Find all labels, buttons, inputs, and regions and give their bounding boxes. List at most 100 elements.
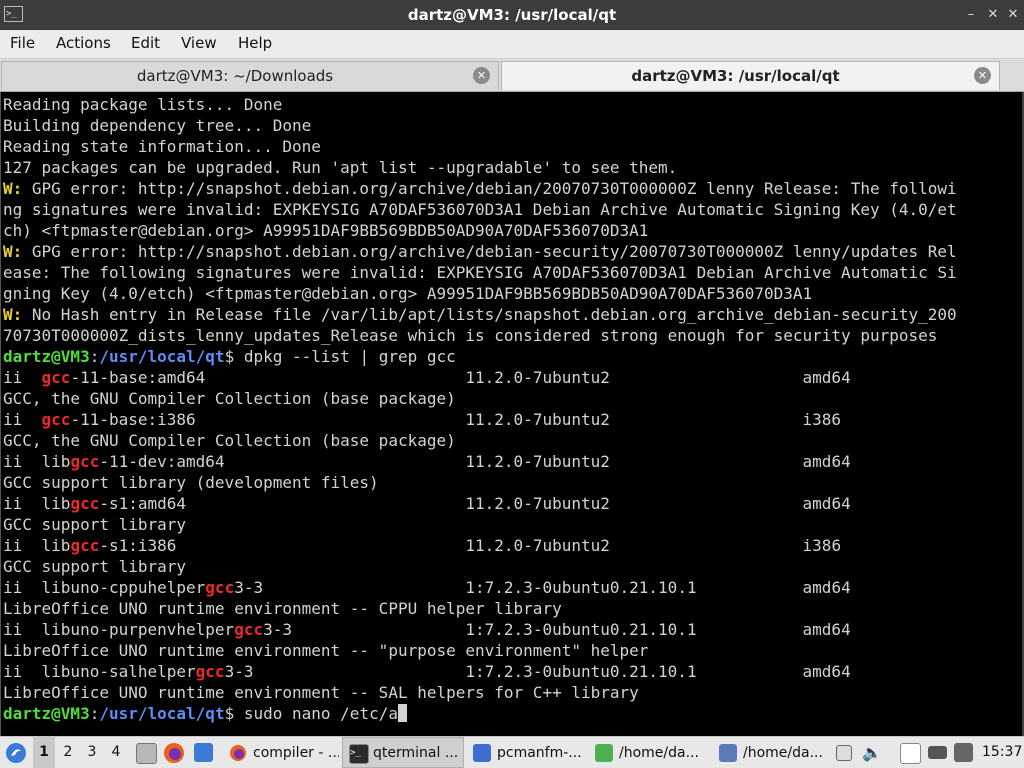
warning-prefix: W: [3, 179, 23, 198]
task-home-1[interactable]: /home/da... [588, 737, 710, 768]
terminal-text: GCC support library [3, 557, 187, 576]
maximize-button[interactable]: ✕ [984, 6, 1002, 24]
terminal-line: ch) <ftpmaster@debian.org> A99951DAF9BB5… [3, 220, 957, 241]
grep-match: gcc [234, 620, 264, 639]
terminal-line: LibreOffice UNO runtime environment -- S… [3, 682, 957, 703]
terminal-line: W: No Hash entry in Release file /var/li… [3, 304, 957, 325]
tray-window-icon[interactable] [836, 737, 854, 768]
terminal-text: GPG error: http://snapshot.debian.org/ar… [22, 242, 957, 261]
terminal-text: -s1:i386 11.2.0-7ubuntu2 i386 [99, 536, 842, 555]
terminal-text: -s1:amd64 11.2.0-7ubuntu2 amd64 [99, 494, 851, 513]
task-label: /home/da... [743, 745, 823, 761]
terminal-line: ii libuno-cppuhelpergcc3-3 1:7.2.3-0ubun… [3, 577, 957, 598]
text-cursor [397, 704, 407, 722]
terminal-text: $ dpkg --list | grep gcc [224, 347, 456, 366]
task-home-2[interactable]: /home/da... [712, 737, 832, 768]
terminal-text: -11-base:amd64 11.2.0-7ubuntu2 amd64 [70, 368, 851, 387]
terminal-line: 70730T000000Z_dists_lenny_updates_Releas… [3, 325, 957, 346]
terminal-line: dartz@VM3:/usr/local/qt$ dpkg --list | g… [3, 346, 957, 367]
terminal-line: Reading package lists... Done [3, 94, 957, 115]
close-tab-icon[interactable]: ✕ [473, 67, 490, 84]
files-icon[interactable] [134, 737, 157, 768]
terminal-text: ii [3, 368, 42, 387]
task-qterminal[interactable]: >_ qterminal ... [342, 737, 464, 768]
keyboard-icon[interactable] [926, 737, 948, 768]
editor-icon [719, 744, 737, 762]
terminal-line: 127 packages can be upgraded. Run 'apt l… [3, 157, 957, 178]
terminal-text: GCC support library [3, 515, 187, 534]
terminal-text: 70730T000000Z_dists_lenny_updates_Releas… [3, 326, 938, 345]
terminal-line: GCC support library [3, 556, 957, 577]
workspace-3[interactable]: 3 [81, 737, 103, 768]
task-label: /home/da... [619, 745, 699, 761]
terminal-line: dartz@VM3:/usr/local/qt$ sudo nano /etc/… [3, 703, 957, 724]
terminal-text: LibreOffice UNO runtime environment -- "… [3, 641, 649, 660]
menu-icon[interactable] [4, 737, 28, 768]
warning-prefix: W: [3, 305, 23, 324]
tab-bar: dartz@VM3: ~/Downloads ✕ dartz@VM3: /usr… [0, 59, 1024, 92]
close-tab-icon[interactable]: ✕ [974, 67, 991, 84]
terminal-text: 3-3 1:7.2.3-0ubuntu0.21.10.1 amd64 [224, 662, 851, 681]
workspace-4[interactable]: 4 [105, 737, 127, 768]
firefox-icon [230, 745, 246, 761]
terminal-text: $ sudo nano /etc/a [224, 704, 398, 723]
terminal-line: GCC support library [3, 514, 957, 535]
close-window-button[interactable]: ✕ [1004, 6, 1022, 24]
terminal-text: GCC, the GNU Compiler Collection (base p… [3, 431, 456, 450]
terminal-line: Reading state information... Done [3, 136, 957, 157]
firefox-icon[interactable] [162, 737, 186, 768]
tab-label: dartz@VM3: ~/Downloads [136, 67, 334, 85]
terminal-text: Reading state information... Done [3, 137, 321, 156]
desktop-icon[interactable] [192, 737, 216, 768]
clipboard-icon[interactable] [898, 737, 921, 768]
menu-actions[interactable]: Actions [56, 30, 111, 57]
menu-help[interactable]: Help [238, 30, 272, 57]
terminal-text: : [89, 347, 100, 366]
prompt-part: /usr/local/qt [99, 704, 225, 723]
terminal-text: ch) <ftpmaster@debian.org> A99951DAF9BB5… [3, 221, 649, 240]
terminal-text: ii libuno-purpenvhelper [3, 620, 235, 639]
terminal-text: Building dependency tree... Done [3, 116, 312, 135]
terminal-output[interactable]: Reading package lists... Done Building de… [0, 92, 1024, 736]
terminal-text: No Hash entry in Release file /var/lib/a… [22, 305, 957, 324]
terminal-text: 127 packages can be upgraded. Run 'apt l… [3, 158, 678, 177]
file-icon [595, 744, 613, 762]
terminal-text: -11-base:i386 11.2.0-7ubuntu2 i386 [70, 410, 842, 429]
terminal-line: GCC, the GNU Compiler Collection (base p… [3, 430, 957, 451]
menu-view[interactable]: View [181, 30, 217, 57]
terminal-text: GPG error: http://snapshot.debian.org/ar… [22, 179, 957, 198]
menu-edit[interactable]: Edit [131, 30, 160, 57]
terminal-line: ii libuno-salhelpergcc3-3 1:7.2.3-0ubunt… [3, 661, 957, 682]
terminal-text: ii [3, 410, 42, 429]
grep-match: gcc [41, 368, 71, 387]
prompt-part: /usr/local/qt [99, 347, 225, 366]
terminal-text: ii libuno-salhelper [3, 662, 196, 681]
terminal-text: ii lib [3, 536, 71, 555]
task-pcmanfm[interactable]: pcmanfm-... [466, 737, 584, 768]
folder-icon [473, 744, 491, 762]
network-icon[interactable] [952, 737, 974, 768]
window-titlebar[interactable]: >_ dartz@VM3: /usr/local/qt – ✕ ✕ [0, 0, 1024, 30]
grep-match: gcc [205, 578, 235, 597]
tab-usr-local-qt[interactable]: dartz@VM3: /usr/local/qt ✕ [501, 61, 1000, 90]
terminal-line: GCC support library (development files) [3, 472, 957, 493]
minimize-button[interactable]: – [962, 6, 980, 24]
menu-bar: File Actions Edit View Help [0, 30, 1024, 59]
volume-icon[interactable]: 🔈 [862, 737, 882, 768]
task-compiler[interactable]: compiler - ... [222, 737, 340, 768]
workspace-2[interactable]: 2 [57, 737, 79, 768]
tab-downloads[interactable]: dartz@VM3: ~/Downloads ✕ [1, 61, 499, 90]
terminal-line: GCC, the GNU Compiler Collection (base p… [3, 388, 957, 409]
terminal-text: ii lib [3, 452, 71, 471]
prompt-part: dartz@VM3 [3, 347, 90, 366]
workspace-1[interactable]: 1 [33, 737, 55, 768]
task-label: pcmanfm-... [497, 745, 582, 761]
terminal-line: W: GPG error: http://snapshot.debian.org… [3, 241, 957, 262]
terminal-line: ii libgcc-11-dev:amd64 11.2.0-7ubuntu2 a… [3, 451, 957, 472]
prompt-part: dartz@VM3 [3, 704, 90, 723]
menu-file[interactable]: File [10, 30, 35, 57]
grep-match: gcc [70, 494, 100, 513]
clock[interactable]: 15:37 [982, 737, 1022, 768]
terminal-text: 3-3 1:7.2.3-0ubuntu0.21.10.1 amd64 [263, 620, 851, 639]
terminal-text: ii lib [3, 494, 71, 513]
